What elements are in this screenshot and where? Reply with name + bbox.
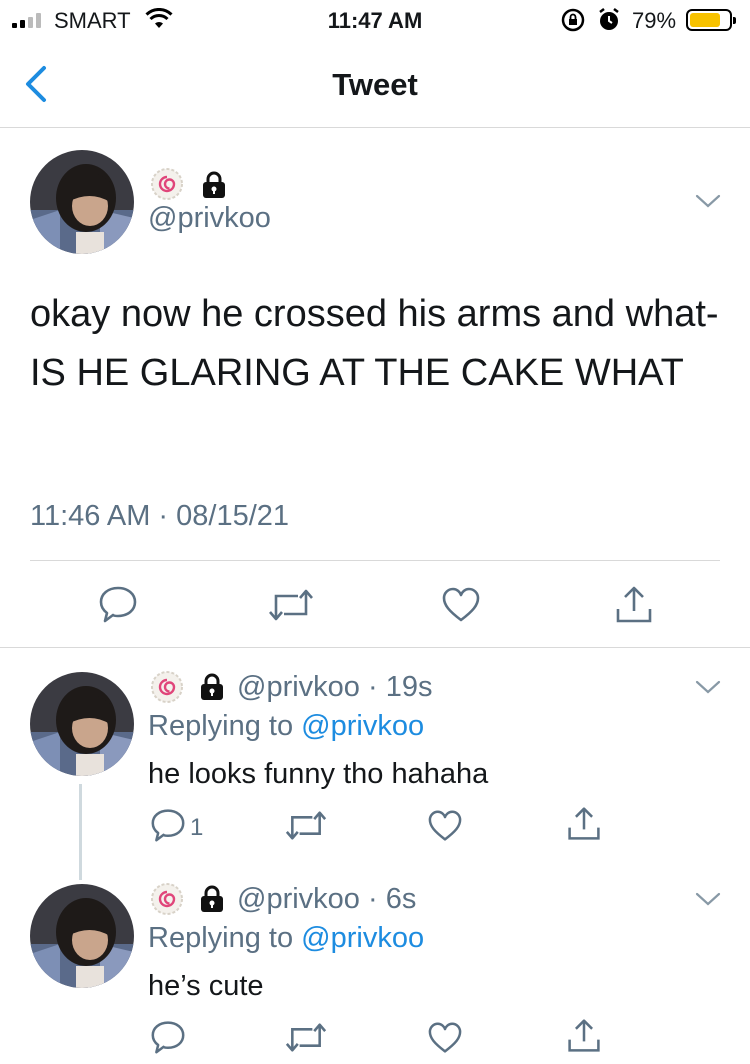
battery-icon [686, 9, 736, 31]
retweet-icon[interactable] [285, 810, 327, 846]
fishcake-emoji-icon [150, 882, 184, 921]
alarm-icon [597, 7, 621, 39]
divider [30, 560, 720, 561]
tweet-handle[interactable]: @privkoo [148, 202, 271, 235]
avatar[interactable] [30, 884, 134, 988]
lock-icon [200, 170, 228, 205]
chevron-down-icon[interactable] [695, 679, 721, 700]
replying-prefix: Replying to [148, 922, 302, 954]
mention-link[interactable]: @privkoo [301, 710, 424, 742]
divider [0, 647, 750, 648]
reply-count: 1 [190, 814, 204, 841]
battery-percent: 79% [632, 8, 677, 33]
reply-icon[interactable] [98, 585, 138, 628]
like-icon[interactable] [441, 587, 481, 628]
rotation-lock-icon [560, 7, 586, 39]
replying-to: Replying to @privkoo [148, 922, 424, 955]
lock-icon [198, 672, 226, 707]
thread-line [79, 784, 82, 880]
chevron-down-icon[interactable] [695, 193, 721, 214]
lock-icon [198, 884, 226, 919]
share-icon[interactable] [614, 585, 654, 630]
retweet-icon[interactable] [268, 588, 314, 627]
share-icon[interactable] [566, 806, 602, 847]
reply-icon[interactable] [150, 1020, 186, 1059]
like-icon[interactable] [427, 810, 463, 847]
status-bar: SMART 11:47 AM 79% [0, 0, 750, 40]
replying-to: Replying to @privkoo [148, 710, 424, 743]
like-icon[interactable] [427, 1022, 463, 1059]
fishcake-emoji-icon [150, 167, 184, 206]
reply-text: he looks funny tho hahaha [148, 758, 489, 790]
mention-link[interactable]: @privkoo [301, 922, 424, 954]
tweet-timestamp: 11:46 AM · 08/15/21 [30, 500, 290, 532]
page-title: Tweet [332, 67, 418, 102]
share-icon[interactable] [566, 1018, 602, 1059]
fishcake-emoji-icon [150, 670, 184, 709]
tweet-text: okay now he crossed his arms and what- I… [30, 293, 719, 394]
avatar[interactable] [30, 672, 134, 776]
reply-handle-time[interactable]: @privkoo · 19s [237, 671, 432, 704]
replying-prefix: Replying to [148, 710, 302, 742]
navigation-bar: Tweet [0, 40, 750, 128]
chevron-down-icon[interactable] [695, 891, 721, 912]
retweet-icon[interactable] [285, 1022, 327, 1058]
reply-handle-time[interactable]: @privkoo · 6s [237, 883, 416, 916]
avatar[interactable] [30, 150, 134, 254]
reply-icon[interactable] [150, 808, 186, 847]
reply-text: he’s cute [148, 970, 264, 1002]
